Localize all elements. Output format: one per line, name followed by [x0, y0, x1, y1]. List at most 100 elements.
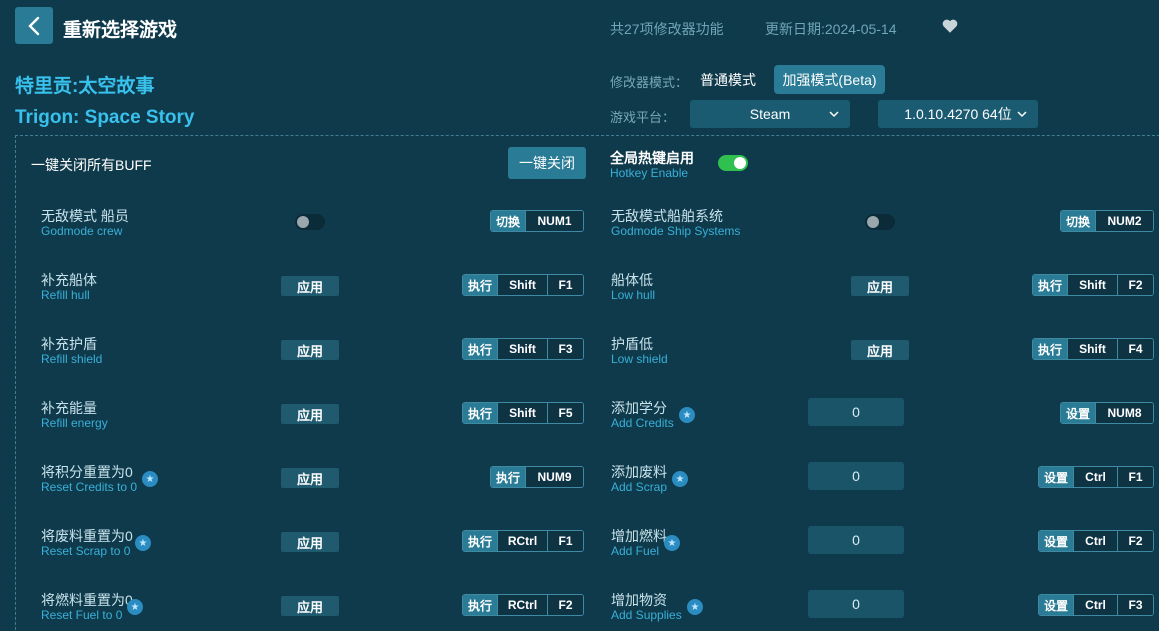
- hotkey-box[interactable]: 切换 NUM2: [1060, 210, 1155, 232]
- feature-label-en: Refill shield: [41, 352, 103, 366]
- heart-icon[interactable]: [941, 17, 959, 35]
- feature-label-cn: 添加学分: [611, 400, 667, 416]
- hotkey-action[interactable]: 设置: [1039, 595, 1074, 615]
- hotkey-box[interactable]: 执行 Shift F5: [462, 402, 585, 424]
- hotkey-action[interactable]: 切换: [491, 211, 526, 231]
- close-all-button[interactable]: 一键关闭: [508, 147, 586, 179]
- back-title[interactable]: 重新选择游戏: [63, 15, 177, 42]
- version-select[interactable]: 1.0.10.4270 64位: [878, 100, 1038, 128]
- feature-label-cn: 无敌模式 船员: [41, 208, 129, 224]
- hotkey-key: Shift: [497, 339, 548, 359]
- hotkey-action[interactable]: 执行: [1033, 339, 1068, 359]
- hotkey-action[interactable]: 设置: [1039, 467, 1074, 487]
- hotkey-key: NUM1: [525, 211, 584, 231]
- hotkey-label-en: Hotkey Enable: [610, 166, 689, 180]
- hotkey-box[interactable]: 执行 NUM9: [490, 466, 585, 488]
- feature-label-cn: 增加物资: [611, 592, 667, 608]
- back-button[interactable]: [15, 7, 53, 44]
- hotkey-key: RCtrl: [497, 531, 548, 551]
- features-panel: [15, 135, 1159, 631]
- apply-button[interactable]: 应用: [851, 276, 909, 296]
- feature-label-cn: 补充船体: [41, 272, 97, 288]
- feature-toggle[interactable]: [295, 214, 325, 230]
- hotkey-action[interactable]: 执行: [463, 339, 498, 359]
- hotkey-key: Shift: [1067, 339, 1118, 359]
- hotkey-action[interactable]: 设置: [1039, 531, 1074, 551]
- feature-label-cn: 补充能量: [41, 400, 97, 416]
- hotkey-box[interactable]: 执行 Shift F4: [1032, 338, 1155, 360]
- platform-value: Steam: [749, 106, 791, 122]
- hotkey-box[interactable]: 设置 Ctrl F2: [1038, 530, 1155, 552]
- hotkey-action[interactable]: 执行: [463, 531, 498, 551]
- feature-label-en: Add Credits: [611, 416, 674, 430]
- chevron-down-icon: [829, 111, 839, 118]
- hotkey-key: F5: [547, 403, 584, 423]
- hotkey-action[interactable]: 执行: [463, 403, 498, 423]
- hotkey-action[interactable]: 设置: [1061, 403, 1096, 423]
- platform-select[interactable]: Steam: [690, 100, 850, 128]
- mode-normal-button[interactable]: 普通模式: [690, 66, 766, 93]
- hotkey-box[interactable]: 切换 NUM1: [490, 210, 585, 232]
- apply-button[interactable]: 应用: [281, 596, 339, 616]
- hotkey-key: F3: [547, 339, 584, 359]
- hotkey-box[interactable]: 执行 Shift F2: [1032, 274, 1155, 296]
- feature-label-en: Reset Credits to 0: [41, 480, 138, 494]
- feature-label-en: Godmode Ship Systems: [611, 224, 741, 238]
- feature-label-cn: 添加废料: [611, 464, 667, 480]
- feature-label-en: Refill energy: [41, 416, 108, 430]
- star-icon: ★: [672, 471, 688, 487]
- hotkey-box[interactable]: 执行 RCtrl F2: [462, 594, 585, 616]
- apply-button[interactable]: 应用: [851, 340, 909, 360]
- star-icon: ★: [679, 407, 695, 423]
- hotkey-box[interactable]: 执行 Shift F3: [462, 338, 585, 360]
- feature-toggle[interactable]: [865, 214, 895, 230]
- apply-button[interactable]: 应用: [281, 404, 339, 424]
- mode-enhanced-button[interactable]: 加强模式(Beta): [774, 65, 885, 94]
- hotkey-box[interactable]: 设置 Ctrl F3: [1038, 594, 1155, 616]
- feature-label-en: Add Scrap: [611, 480, 668, 494]
- star-icon: ★: [127, 599, 143, 615]
- version-value: 1.0.10.4270 64位: [904, 106, 1012, 122]
- hotkey-key: F1: [1117, 467, 1154, 487]
- value-input[interactable]: 0: [808, 526, 904, 554]
- star-icon: ★: [687, 599, 703, 615]
- hotkey-action[interactable]: 执行: [463, 595, 498, 615]
- hotkey-label-cn: 全局热键启用: [610, 150, 694, 166]
- feature-label-en: Refill hull: [41, 288, 90, 302]
- feature-label-en: Low hull: [611, 288, 656, 302]
- feature-count: 共27项修改器功能: [610, 21, 724, 37]
- star-icon: ★: [135, 535, 151, 551]
- apply-button[interactable]: 应用: [281, 276, 339, 296]
- hotkey-action[interactable]: 执行: [463, 275, 498, 295]
- hotkey-box[interactable]: 设置 NUM8: [1060, 402, 1155, 424]
- hotkey-key: NUM2: [1095, 211, 1154, 231]
- value-input[interactable]: 0: [808, 462, 904, 490]
- feature-label-en: Reset Scrap to 0: [41, 544, 131, 558]
- feature-label-en: Godmode crew: [41, 224, 123, 238]
- apply-button[interactable]: 应用: [281, 468, 339, 488]
- star-icon: ★: [664, 535, 680, 551]
- hotkey-key: Ctrl: [1073, 595, 1118, 615]
- chevron-down-icon: [1017, 111, 1027, 118]
- hotkey-box[interactable]: 执行 Shift F1: [462, 274, 585, 296]
- hotkey-action[interactable]: 执行: [1033, 275, 1068, 295]
- value-input[interactable]: 0: [808, 590, 904, 618]
- hotkey-toggle[interactable]: [718, 155, 748, 171]
- feature-label-en: Add Fuel: [611, 544, 660, 558]
- hotkey-key: F1: [547, 275, 584, 295]
- game-title-cn: 特里贡:太空故事: [15, 76, 155, 97]
- hotkey-action[interactable]: 执行: [491, 467, 526, 487]
- hotkey-key: F1: [547, 531, 584, 551]
- hotkey-action[interactable]: 切换: [1061, 211, 1096, 231]
- hotkey-key: Shift: [1067, 275, 1118, 295]
- hotkey-key: Shift: [497, 403, 548, 423]
- apply-button[interactable]: 应用: [281, 340, 339, 360]
- apply-button[interactable]: 应用: [281, 532, 339, 552]
- feature-label-cn: 护盾低: [611, 336, 653, 352]
- hotkey-box[interactable]: 设置 Ctrl F1: [1038, 466, 1155, 488]
- hotkey-key: NUM9: [525, 467, 584, 487]
- hotkey-box[interactable]: 执行 RCtrl F1: [462, 530, 585, 552]
- value-input[interactable]: 0: [808, 398, 904, 426]
- feature-label-cn: 无敌模式船舶系统: [611, 208, 723, 224]
- feature-label-en: Add Supplies: [611, 608, 682, 622]
